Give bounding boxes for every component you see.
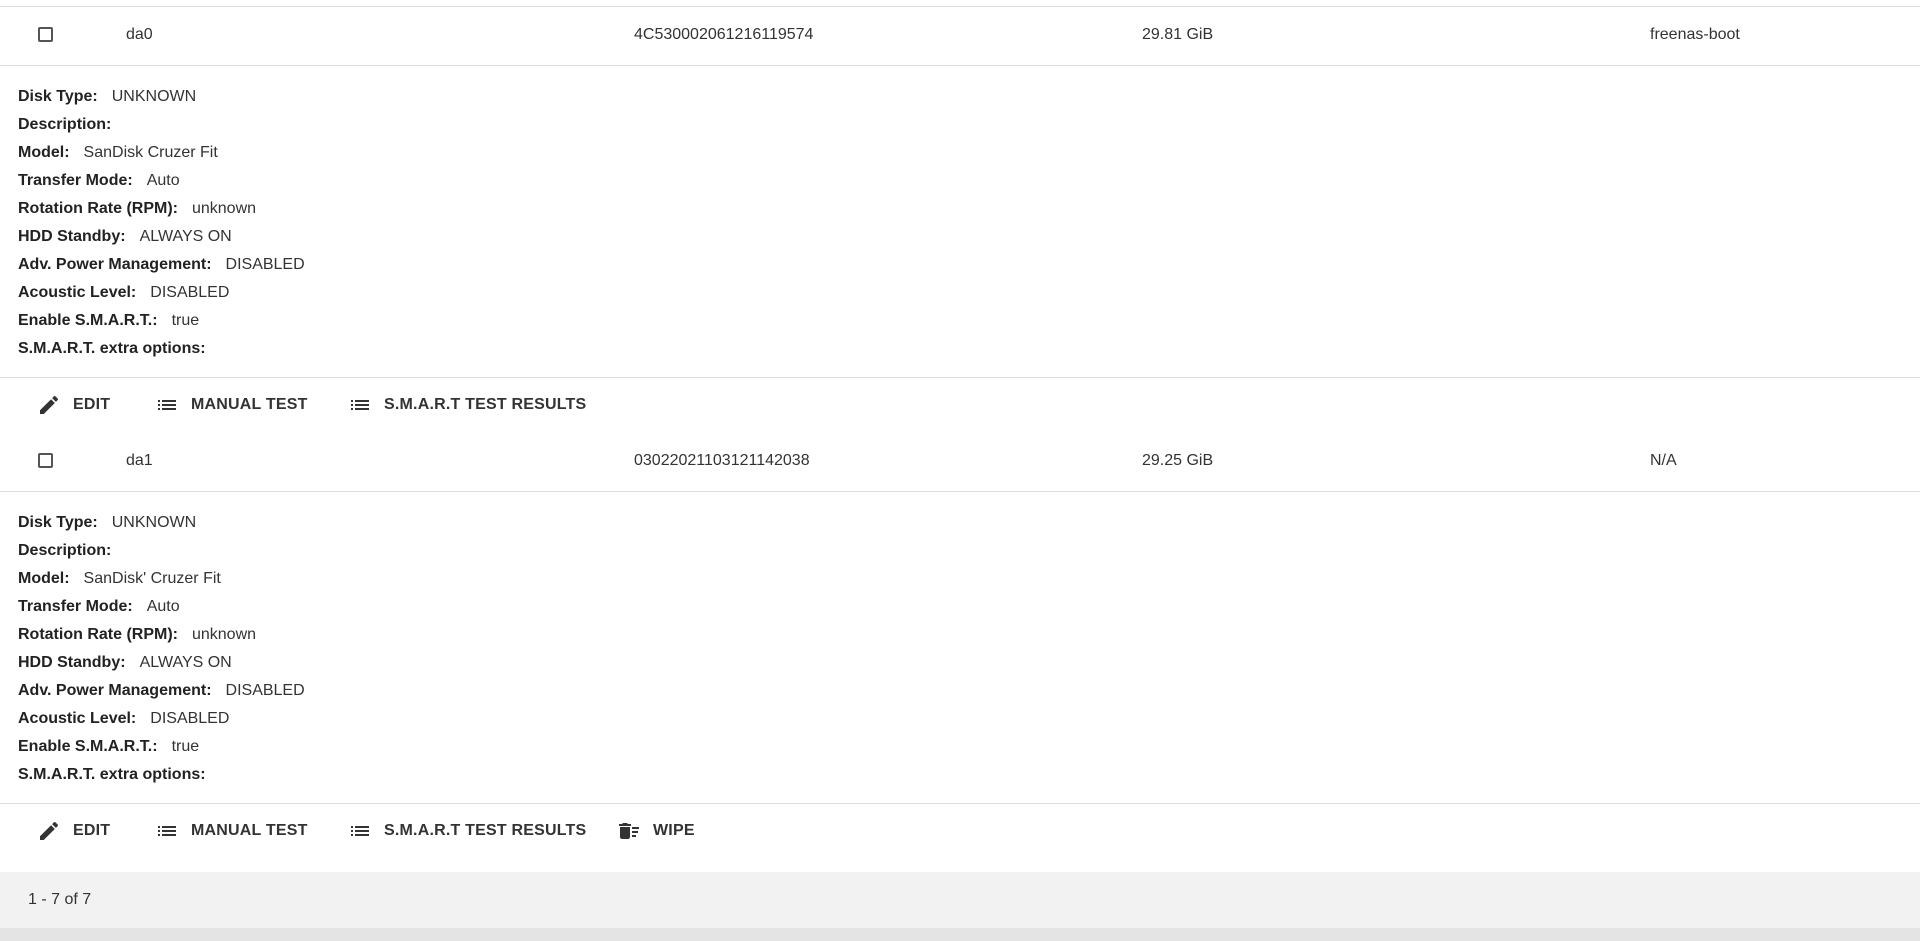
disk-serial: 03022021103121142038 xyxy=(634,452,810,469)
smart-test-results-button[interactable]: S.M.A.R.T TEST RESULTS xyxy=(348,805,586,857)
list-icon xyxy=(158,826,176,836)
wipe-button[interactable]: WIPE xyxy=(617,805,695,857)
detail-rotation-rate: Rotation Rate (RPM): unknown xyxy=(18,626,257,643)
disk-name: da0 xyxy=(126,26,153,43)
detail-disk-type: Disk Type: UNKNOWN xyxy=(18,88,197,105)
delete-sweep-icon xyxy=(619,823,639,839)
detail-acoustic-level: Acoustic Level: DISABLED xyxy=(18,710,230,727)
detail-description: Description: xyxy=(18,542,112,559)
detail-enable-smart: Enable S.M.A.R.T.: true xyxy=(18,312,200,329)
disk-size: 29.81 GiB xyxy=(1142,26,1214,43)
disks-table: da0 4C530002061216119574 29.81 GiB freen… xyxy=(0,0,1920,928)
disk-serial: 4C530002061216119574 xyxy=(634,26,814,43)
detail-acoustic-level: Acoustic Level: DISABLED xyxy=(18,284,230,301)
disk-name: da1 xyxy=(126,452,153,469)
detail-model: Model: SanDisk' Cruzer Fit xyxy=(18,570,221,587)
disk-details-da1: Disk Type: UNKNOWN Description: Model: San… xyxy=(18,509,918,789)
disk-size: 29.25 GiB xyxy=(1142,452,1214,469)
detail-adv-power: Adv. Power Management: DISABLED xyxy=(18,256,305,273)
detail-enable-smart: Enable S.M.A.R.T.: true xyxy=(18,738,200,755)
detail-hdd-standby: HDD Standby: ALWAYS ON xyxy=(18,654,232,671)
row-checkbox[interactable] xyxy=(38,27,53,42)
divider xyxy=(0,377,1920,378)
detail-description: Description: xyxy=(18,116,112,133)
detail-adv-power: Adv. Power Management: DISABLED xyxy=(18,682,305,699)
detail-transfer-mode: Transfer Mode: Auto xyxy=(18,172,180,189)
manual-test-button[interactable]: MANUAL TEST xyxy=(155,379,308,431)
list-icon xyxy=(158,400,176,410)
detail-model: Model: SanDisk Cruzer Fit xyxy=(18,144,218,161)
disk-pool: N/A xyxy=(1650,452,1677,469)
smart-test-results-button[interactable]: S.M.A.R.T TEST RESULTS xyxy=(348,379,586,431)
detail-disk-type: Disk Type: UNKNOWN xyxy=(18,514,197,531)
list-icon xyxy=(351,826,369,836)
table-row-da0[interactable]: da0 4C530002061216119574 29.81 GiB freen… xyxy=(0,7,1920,66)
detail-rotation-rate: Rotation Rate (RPM): unknown xyxy=(18,200,257,217)
edit-button[interactable]: EDIT xyxy=(37,379,110,431)
detail-smart-extra: S.M.A.R.T. extra options: xyxy=(18,340,206,357)
pagination-footer: 1 - 7 of 7 xyxy=(0,872,1920,928)
list-icon xyxy=(351,400,369,410)
detail-hdd-standby: HDD Standby: ALWAYS ON xyxy=(18,228,232,245)
disk-pool: freenas-boot xyxy=(1650,26,1740,43)
divider xyxy=(0,803,1920,804)
pencil-icon xyxy=(40,395,59,414)
row-checkbox[interactable] xyxy=(38,453,53,468)
manual-test-button[interactable]: MANUAL TEST xyxy=(155,805,308,857)
pagination-range: 1 - 7 of 7 xyxy=(28,891,92,908)
edit-button[interactable]: EDIT xyxy=(37,805,110,857)
table-row-da1[interactable]: da1 03022021103121142038 29.25 GiB N/A xyxy=(0,433,1920,492)
disk-actions-da1: EDIT MANUAL TEST S.M.A.R.T TEST RESULTS … xyxy=(0,805,1920,857)
disk-actions-da0: EDIT MANUAL TEST S.M.A.R.T TEST RESULTS xyxy=(0,379,1920,431)
detail-transfer-mode: Transfer Mode: Auto xyxy=(18,598,180,615)
pencil-icon xyxy=(40,821,59,840)
disk-details-da0: Disk Type: UNKNOWN Description: Model: San… xyxy=(18,83,918,363)
detail-smart-extra: S.M.A.R.T. extra options: xyxy=(18,766,206,783)
